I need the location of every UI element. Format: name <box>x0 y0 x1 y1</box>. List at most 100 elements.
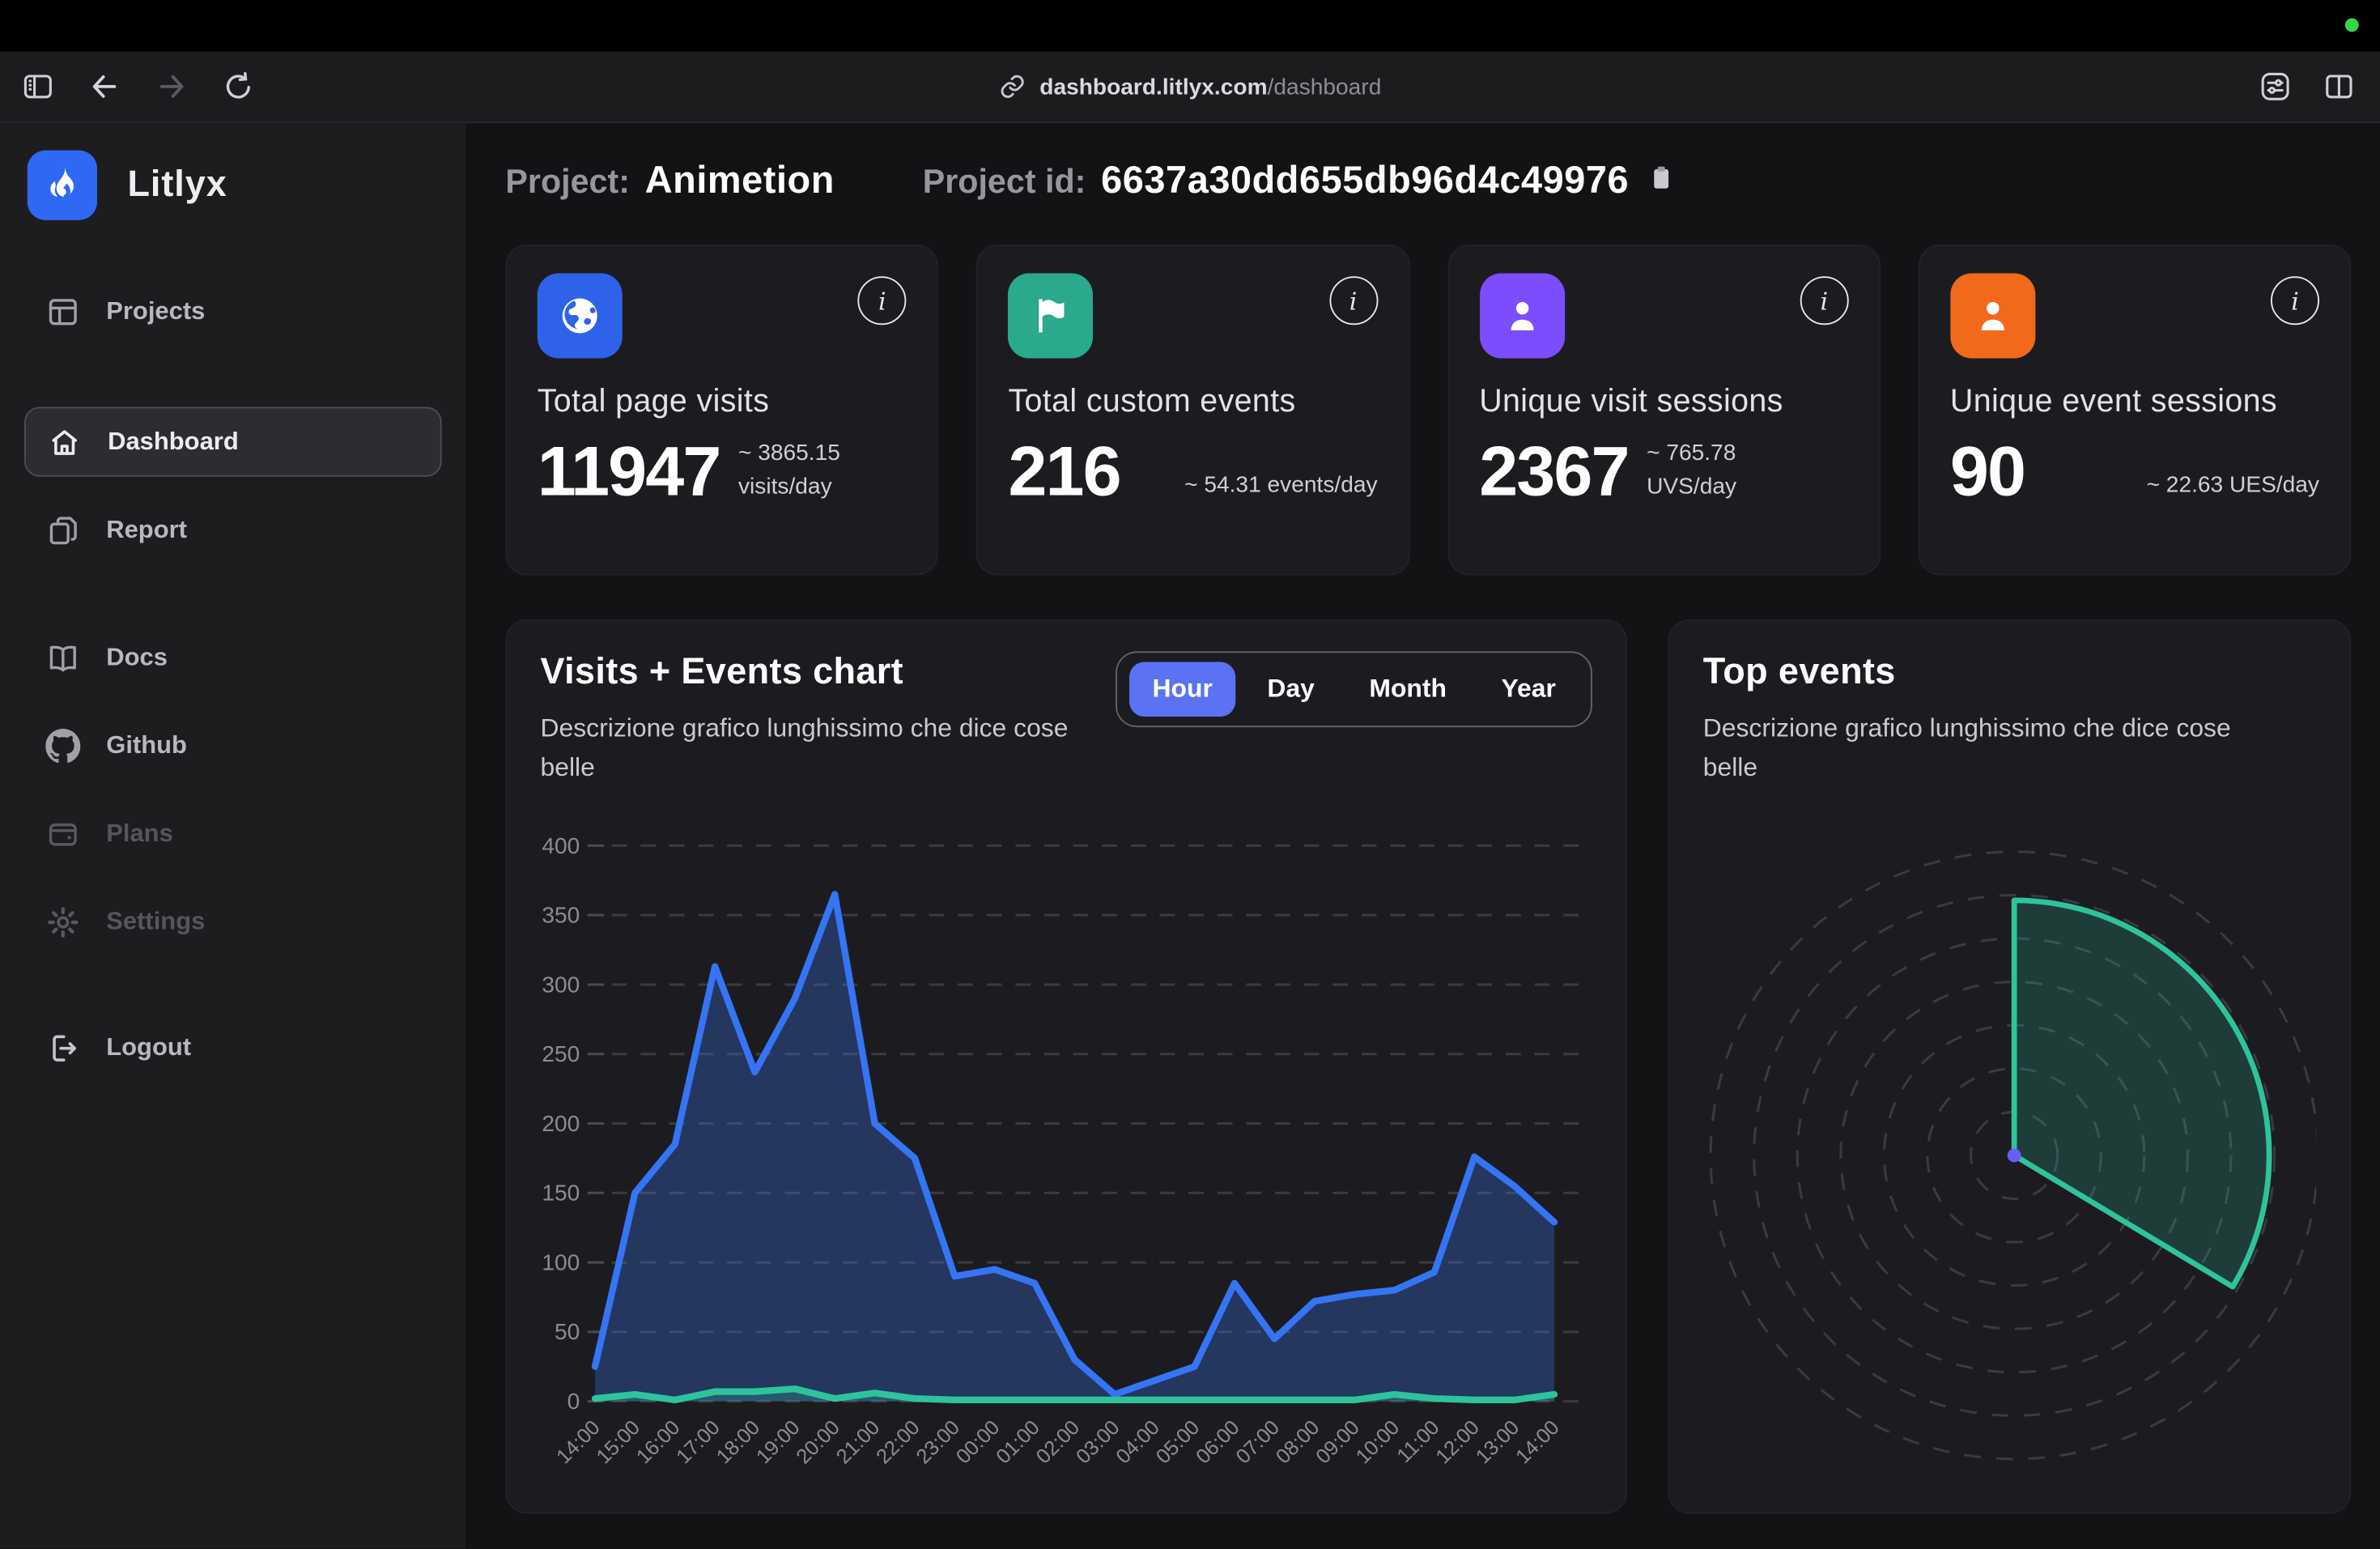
range-option-hour[interactable]: Hour <box>1129 662 1235 717</box>
stat-note: ~ 3865.15 visits/day <box>738 436 882 504</box>
svg-text:06:00: 06:00 <box>1192 1415 1244 1468</box>
stat-title: Total custom events <box>1008 384 1377 420</box>
project-id: 6637a30dd655db96d4c49976 <box>1101 160 1629 203</box>
top-events-polar-chart <box>1703 813 2317 1493</box>
svg-text:15:00: 15:00 <box>593 1415 645 1468</box>
gear-icon <box>45 904 80 939</box>
range-option-day[interactable]: Day <box>1244 662 1337 717</box>
url-path: /dashboard <box>1268 74 1382 100</box>
info-icon[interactable]: i <box>1800 276 1848 325</box>
sidebar-item-label: Dashboard <box>108 428 239 457</box>
sidebar-item-plans[interactable]: Plans <box>24 800 442 867</box>
reload-icon[interactable] <box>222 70 255 103</box>
svg-text:00:00: 00:00 <box>952 1415 1005 1468</box>
stat-title: Unique visit sessions <box>1479 384 1848 420</box>
top-events-chart-card: Top events Descrizione grafico lunghissi… <box>1668 619 2352 1513</box>
project-name: Animetion <box>645 160 835 203</box>
svg-text:16:00: 16:00 <box>632 1415 685 1468</box>
sidebar-item-projects[interactable]: Projects <box>24 278 442 345</box>
sidebar-item-label: Projects <box>106 297 205 326</box>
info-icon[interactable]: i <box>1329 276 1378 325</box>
svg-text:07:00: 07:00 <box>1232 1415 1285 1468</box>
sidebar-item-label: Report <box>106 516 187 545</box>
docs-icon <box>45 640 80 674</box>
stat-title: Total page visits <box>538 384 907 420</box>
stat-note: ~ 765.78 UVS/day <box>1647 436 1791 504</box>
sidebar-item-docs[interactable]: Docs <box>24 624 442 692</box>
svg-text:19:00: 19:00 <box>752 1415 805 1468</box>
main-content: Project: Animetion Project id: 6637a30dd… <box>468 123 2380 1549</box>
stat-value: 2367 <box>1479 436 1628 505</box>
sidebar-item-label: Settings <box>106 907 205 936</box>
project-id-label: Project id: <box>923 163 1086 202</box>
svg-text:17:00: 17:00 <box>672 1415 725 1468</box>
logout-icon <box>45 1030 80 1065</box>
sidebar-item-label: Docs <box>106 643 168 672</box>
info-icon[interactable]: i <box>858 276 907 325</box>
svg-text:13:00: 13:00 <box>1472 1415 1524 1468</box>
sidebar-item-github[interactable]: Github <box>24 712 442 779</box>
svg-text:18:00: 18:00 <box>712 1415 765 1468</box>
split-view-icon[interactable] <box>2323 70 2356 103</box>
browser-toolbar: dashboard.litlyx.com/dashboard <box>0 52 2380 123</box>
sidebar-item-logout[interactable]: Logout <box>24 1015 442 1082</box>
svg-text:10:00: 10:00 <box>1352 1415 1405 1468</box>
svg-text:250: 250 <box>542 1041 580 1066</box>
sidebar-item-report[interactable]: Report <box>24 496 442 564</box>
stat-card-total-page-visits: i Total page visits 11947 ~ 3865.15 visi… <box>505 245 938 576</box>
project-label: Project: <box>505 163 630 202</box>
litlyx-dashboard-window: dashboard.litlyx.com/dashboard Litlyx Pr… <box>0 0 2380 1549</box>
reader-options-icon[interactable] <box>2259 70 2292 103</box>
window-titlebar <box>0 0 2380 52</box>
svg-text:14:00: 14:00 <box>552 1415 605 1468</box>
sidebar: Litlyx Projects Dashboard Report Docs Gi <box>0 123 468 1549</box>
sidebar-item-label: Github <box>106 731 187 760</box>
svg-text:20:00: 20:00 <box>792 1415 844 1468</box>
chart-title: Visits + Events chart <box>541 651 1103 694</box>
report-icon <box>45 513 80 547</box>
sidebar-item-label: Plans <box>106 819 173 849</box>
svg-text:02:00: 02:00 <box>1032 1415 1085 1468</box>
svg-text:12:00: 12:00 <box>1431 1415 1484 1468</box>
svg-text:03:00: 03:00 <box>1072 1415 1124 1468</box>
svg-text:09:00: 09:00 <box>1311 1415 1364 1468</box>
svg-text:01:00: 01:00 <box>992 1415 1044 1468</box>
brand-name: Litlyx <box>128 164 227 207</box>
stats-row: i Total page visits 11947 ~ 3865.15 visi… <box>505 245 2351 576</box>
visits-events-area-chart: 05010015020025030035040014:0015:0016:001… <box>541 813 1590 1493</box>
sidebar-item-settings[interactable]: Settings <box>24 888 442 955</box>
stat-value: 216 <box>1008 436 1120 505</box>
sidebar-item-label: Logout <box>106 1033 191 1062</box>
brand: Litlyx <box>24 151 442 220</box>
svg-text:23:00: 23:00 <box>912 1415 965 1468</box>
range-toggle: Hour Day Month Year <box>1116 651 1592 727</box>
svg-text:04:00: 04:00 <box>1111 1415 1164 1468</box>
flag-icon <box>1008 274 1093 359</box>
visits-events-chart-card: Visits + Events chart Descrizione grafic… <box>505 619 1627 1513</box>
copy-clipboard-icon[interactable] <box>1647 161 1677 202</box>
back-icon[interactable] <box>88 70 121 103</box>
svg-text:200: 200 <box>542 1110 580 1135</box>
sidebar-toggle-icon[interactable] <box>21 70 54 103</box>
chart-description: Descrizione grafico lunghissimo che dice… <box>1703 709 2265 789</box>
svg-text:14:00: 14:00 <box>1511 1415 1564 1468</box>
stat-title: Unique event sessions <box>1950 384 2319 420</box>
address-bar[interactable]: dashboard.litlyx.com/dashboard <box>871 73 1509 100</box>
svg-text:11:00: 11:00 <box>1392 1415 1443 1466</box>
svg-text:350: 350 <box>542 902 580 927</box>
page-header: Project: Animetion Project id: 6637a30dd… <box>505 160 2351 203</box>
link-icon <box>999 73 1026 100</box>
window-status-dot <box>2345 19 2359 32</box>
svg-text:150: 150 <box>542 1180 580 1205</box>
info-icon[interactable]: i <box>2271 276 2319 325</box>
sidebar-item-dashboard[interactable]: Dashboard <box>24 407 442 477</box>
forward-icon[interactable] <box>155 70 188 103</box>
range-option-month[interactable]: Month <box>1346 662 1469 717</box>
github-icon <box>45 728 80 763</box>
globe-icon <box>538 274 623 359</box>
user-icon <box>1950 274 2035 359</box>
svg-text:0: 0 <box>567 1388 580 1413</box>
svg-text:22:00: 22:00 <box>872 1415 924 1468</box>
range-option-year[interactable]: Year <box>1478 662 1579 717</box>
stat-value: 11947 <box>538 436 720 505</box>
